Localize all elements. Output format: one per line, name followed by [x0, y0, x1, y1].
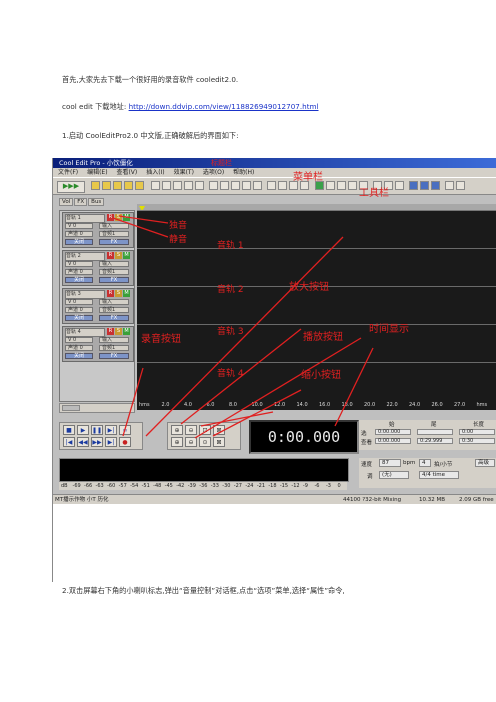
step2-text: 2.双击屏幕右下角的小喇叭标志,弹出“音量控制”对话框,点击“选项”菜单,选择“…	[62, 586, 345, 595]
download-link[interactable]: http://down.ddvip.com/view/1188269490127…	[129, 102, 319, 111]
annotation-title-bar: 标题栏	[211, 159, 232, 167]
annotation-play: 播放按钮	[303, 332, 343, 343]
page-background	[53, 504, 496, 582]
annotation-track1: 音轨 1	[217, 241, 244, 251]
annotation-time-display: 时间显示	[369, 324, 409, 335]
annotation-record-button: 录音按钮	[141, 334, 181, 345]
annotation-zoom-in: 放大按钮	[289, 282, 329, 293]
annotation-zoom-out: 缩小按钮	[301, 370, 341, 381]
download-label: cool edit 下载地址:	[62, 102, 127, 111]
annotation-track3: 音轨 3	[217, 327, 244, 337]
cool-edit-window: Cool Edit Pro - 小饮僵化 文件(F) 编辑(E) 查看(V) 插…	[52, 158, 496, 582]
intro-text: 首先,大家先去下载一个很好用的录音软件 cooledit2.0.	[62, 75, 239, 84]
annotation-mute: 静音	[169, 235, 188, 245]
annotation-track2: 音轨 2	[217, 285, 244, 295]
step1-text: 1.启动 CoolEditPro2.0 中文版,正确破解后的界面如下:	[62, 131, 239, 140]
annotation-toolbar: 工具栏	[359, 188, 389, 199]
download-line: cool edit 下载地址: http://down.ddvip.com/vi…	[62, 102, 319, 112]
annotation-track4: 音轨 4	[217, 369, 244, 379]
annotation-solo: 独音	[169, 221, 188, 231]
annotation-menu-bar: 菜单栏	[293, 172, 323, 183]
annotation-arrows	[112, 215, 374, 439]
